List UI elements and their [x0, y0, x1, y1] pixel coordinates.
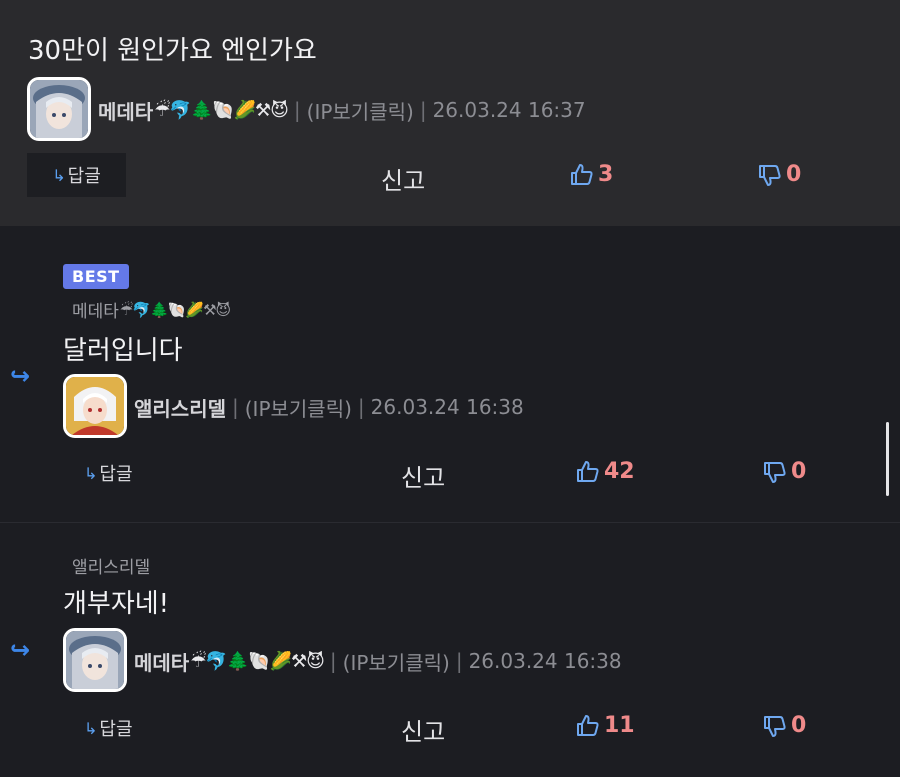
comment-date: 26.03.24 16:37 — [432, 98, 586, 122]
comment-meta: 메데타 ☔🐬🌲🐚🌽⚒😈 | (IP보기클릭) | 26.03.24 16:38 — [134, 646, 622, 676]
upvote-count: 42 — [604, 459, 635, 484]
downvote-count: 0 — [786, 162, 802, 187]
reply-button[interactable]: ↳ 답글 — [84, 458, 133, 488]
parent-author-name: 앨리스리델 — [72, 558, 151, 578]
separator: | — [419, 98, 427, 122]
avatar-image — [66, 377, 124, 435]
reply-arrow-icon: ↳ — [84, 718, 98, 738]
thumbs-up-icon — [577, 714, 599, 736]
report-button[interactable]: 신고 — [381, 161, 425, 196]
separator: | — [357, 395, 365, 419]
thumbs-up-icon — [571, 163, 593, 185]
thumbs-down-icon — [764, 461, 786, 483]
author-name[interactable]: 메데타 — [98, 96, 153, 125]
downvote-count: 0 — [791, 459, 807, 484]
ip-view-link[interactable]: (IP보기클릭) — [307, 96, 414, 125]
comment-date: 26.03.24 16:38 — [370, 395, 524, 419]
separator: | — [455, 649, 463, 673]
separator: | — [293, 98, 301, 122]
reply-button-label: 답글 — [99, 464, 133, 485]
reply-button[interactable]: ↳ 답글 — [84, 713, 133, 743]
reply-button-label: 답글 — [67, 166, 101, 187]
author-name[interactable]: 메데타 — [134, 647, 189, 676]
parent-author-name: 메데타 — [72, 302, 119, 322]
thumbs-down-icon — [759, 164, 781, 186]
comment-text: 달러입니다 — [63, 336, 183, 366]
avatar-image — [66, 631, 124, 689]
report-button[interactable]: 신고 — [401, 458, 445, 493]
reply-button-label: 답글 — [99, 719, 133, 740]
author-emoji-badges: ☔🐬🌲🐚🌽⚒😈 — [190, 650, 325, 672]
downvote-button[interactable]: 0 — [758, 162, 801, 187]
author-emoji-badges: ☔🐬🌲🐚🌽⚒😈 — [154, 99, 289, 121]
parent-emoji-badges: ☔🐬🌲🐚🌽⚒😈 — [119, 300, 231, 319]
comment-2: BEST 메데타 ☔🐬🌲🐚🌽⚒😈 달러입니다 ↪ 앨리스리델 | (IP보기클릭… — [0, 226, 900, 523]
reply-indicator-icon: ↪ — [10, 362, 31, 390]
author-name[interactable]: 앨리스리델 — [134, 393, 226, 422]
avatar[interactable] — [63, 374, 127, 438]
separator: | — [329, 649, 337, 673]
reply-indicator-icon: ↪ — [10, 636, 31, 664]
reply-button[interactable]: ↳ 답글 — [27, 153, 126, 197]
upvote-button[interactable]: 11 — [576, 713, 635, 738]
avatar[interactable] — [27, 77, 91, 141]
comment-meta: 앨리스리델 | (IP보기클릭) | 26.03.24 16:38 — [134, 392, 524, 422]
avatar[interactable] — [63, 628, 127, 692]
comment-date: 26.03.24 16:38 — [468, 649, 622, 673]
comment-1: 30만이 원인가요 엔인가요 메데타 ☔🐬🌲🐚🌽⚒😈 | (IP보기클릭) | … — [0, 0, 900, 226]
comment-3: 앨리스리델 개부자네! ↪ 메데타 ☔🐬🌲🐚🌽⚒😈 | (IP보기클릭) | 2… — [0, 523, 900, 777]
downvote-button[interactable]: 0 — [763, 459, 806, 484]
upvote-count: 11 — [604, 713, 635, 738]
report-button[interactable]: 신고 — [401, 712, 445, 747]
separator: | — [232, 395, 239, 419]
downvote-button[interactable]: 0 — [763, 713, 806, 738]
reply-arrow-icon: ↳ — [84, 463, 98, 483]
parent-author-ref: 메데타 ☔🐬🌲🐚🌽⚒😈 — [72, 297, 231, 323]
downvote-count: 0 — [791, 713, 807, 738]
thumbs-up-icon — [577, 460, 599, 482]
comment-text: 개부자네! — [63, 589, 170, 619]
upvote-count: 3 — [598, 162, 614, 187]
upvote-button[interactable]: 3 — [570, 162, 613, 187]
upvote-button[interactable]: 42 — [576, 459, 635, 484]
thumbs-down-icon — [764, 715, 786, 737]
scrollbar[interactable] — [886, 422, 889, 496]
comment-text: 30만이 원인가요 엔인가요 — [28, 36, 317, 66]
best-badge: BEST — [63, 264, 129, 289]
ip-view-link[interactable]: (IP보기클릭) — [343, 647, 450, 676]
reply-arrow-icon: ↳ — [52, 165, 66, 185]
ip-view-link[interactable]: (IP보기클릭) — [245, 393, 352, 422]
avatar-image — [30, 80, 88, 138]
comment-meta: 메데타 ☔🐬🌲🐚🌽⚒😈 | (IP보기클릭) | 26.03.24 16:37 — [98, 95, 586, 125]
parent-author-ref: 앨리스리델 — [72, 553, 150, 578]
